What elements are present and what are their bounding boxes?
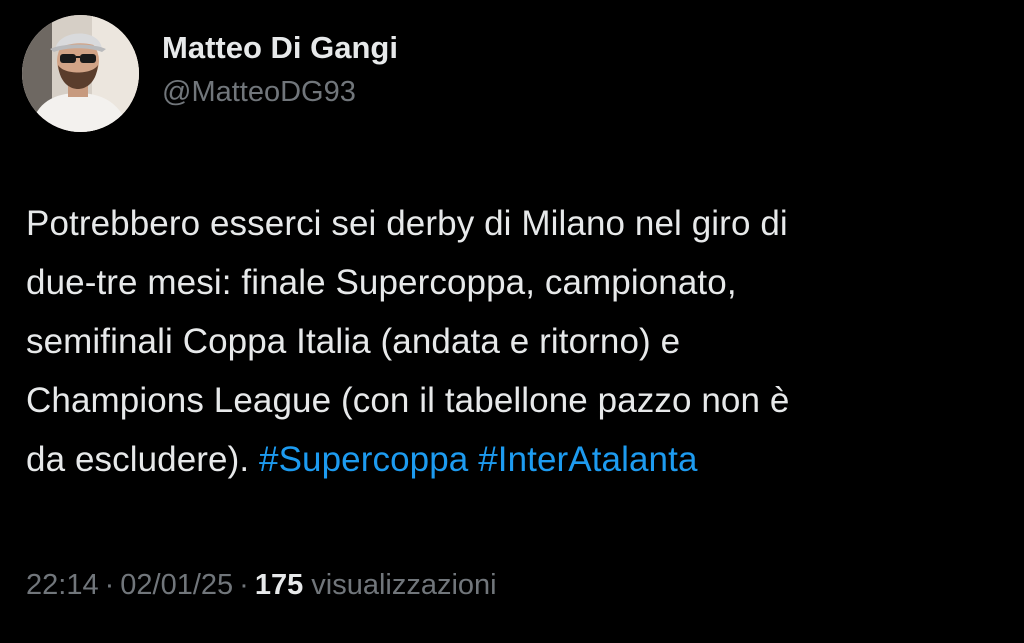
tweet-text-last-line: da escludere). #Supercoppa #InterAtalant…: [26, 430, 1006, 489]
tweet-text-fragment: da escludere).: [26, 440, 250, 479]
tweet-text-line: Champions League (con il tabellone pazzo…: [26, 381, 790, 420]
tweet-text-line: Potrebbero esserci sei derby di Milano n…: [26, 204, 788, 243]
tweet-time[interactable]: 22:14: [26, 569, 99, 601]
avatar-photo-icon: [22, 15, 139, 132]
author-handle[interactable]: @MatteoDG93: [162, 74, 398, 110]
views-label[interactable]: visualizzazioni: [311, 569, 496, 601]
meta-separator: ·: [239, 569, 249, 601]
hashtag-link[interactable]: #InterAtalanta: [478, 440, 697, 479]
tweet-meta: 22:14 · 02/01/25 · 175 visualizzazioni: [26, 565, 497, 605]
author-display-name[interactable]: Matteo Di Gangi: [162, 30, 398, 66]
tweet-text-line: due-tre mesi: finale Supercoppa, campion…: [26, 263, 737, 302]
tweet-date[interactable]: 02/01/25: [120, 569, 233, 601]
tweet-text: Potrebbero esserci sei derby di Milano n…: [26, 194, 1006, 489]
tweet-card: Matteo Di Gangi @MatteoDG93 Potrebbero e…: [0, 0, 1024, 643]
author-names: Matteo Di Gangi @MatteoDG93: [162, 30, 398, 110]
views-count[interactable]: 175: [255, 569, 303, 601]
hashtag-link[interactable]: #Supercoppa: [259, 440, 468, 479]
tweet-text-line: semifinali Coppa Italia (andata e ritorn…: [26, 322, 681, 361]
meta-separator: ·: [104, 569, 115, 601]
avatar[interactable]: [22, 15, 139, 132]
tweet-header: Matteo Di Gangi @MatteoDG93: [22, 15, 398, 132]
